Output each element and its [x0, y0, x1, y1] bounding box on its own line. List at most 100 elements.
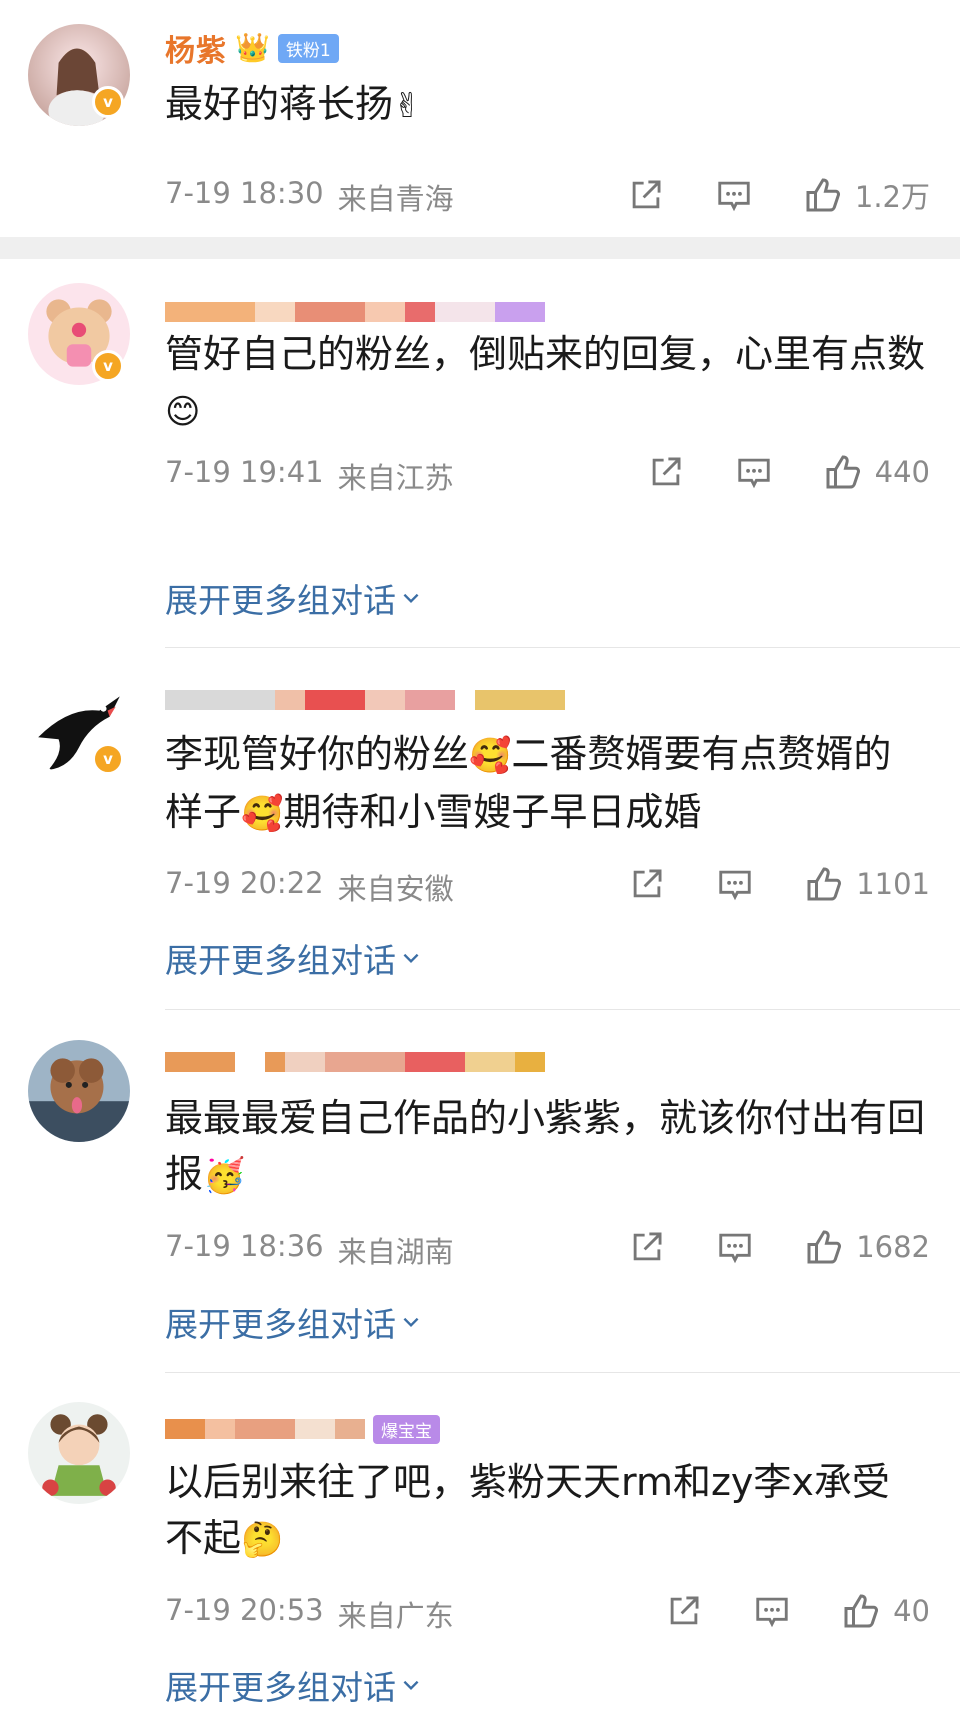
comment-icon — [718, 181, 750, 212]
flower-emoji: 🥰 — [469, 736, 512, 776]
thumbs-up-icon — [844, 1594, 879, 1628]
like-button[interactable]: 1101 — [804, 864, 930, 904]
expand-label: 展开更多组对话 — [165, 941, 396, 980]
like-count: 1682 — [856, 1230, 930, 1264]
comment-button[interactable] — [716, 865, 754, 903]
location: 来自安徽 — [337, 872, 454, 906]
row-divider — [165, 1009, 960, 1010]
action-bar: 440 — [647, 452, 930, 492]
comment-body-part3: 期待和小雪嫂子早日成婚 — [283, 790, 702, 834]
chevron-down-icon — [403, 953, 419, 964]
action-bar: 1101 — [628, 864, 930, 904]
crown-icon: 👑 — [235, 31, 270, 64]
share-icon — [670, 1596, 699, 1625]
comment-text: 最最最爱自己作品的小紫紫，就该你付出有回报🥳 — [165, 1090, 925, 1204]
share-icon — [633, 1232, 662, 1261]
like-count: 440 — [874, 455, 930, 489]
thumbs-up-icon — [826, 455, 860, 489]
comment-body: 最最最爱自己作品的小紫紫，就该你付出有回报 — [165, 1096, 926, 1196]
verified-icon: v — [92, 86, 124, 118]
username-row[interactable] — [165, 680, 565, 720]
timestamp: 7-19 18:36 — [165, 1229, 324, 1263]
username-blurred[interactable] — [165, 1419, 365, 1439]
username-row[interactable]: 杨紫 👑 铁粉1 — [165, 26, 339, 70]
username-blurred[interactable] — [165, 302, 545, 322]
comment-button[interactable] — [753, 1592, 791, 1630]
username-row[interactable] — [165, 1042, 545, 1082]
comment-feed: v 杨紫 👑 铁粉1 最好的蒋长扬✌ 7-19 18:30 来自青海 1.2万 — [0, 0, 960, 1723]
victory-emoji: ✌ — [393, 86, 422, 126]
timestamp: 7-19 20:22 — [165, 866, 324, 900]
username[interactable]: 杨紫 — [165, 26, 227, 70]
comment-button[interactable] — [735, 453, 773, 491]
like-button[interactable]: 40 — [841, 1591, 930, 1631]
like-count: 1.2万 — [854, 180, 930, 214]
expand-label: 展开更多组对话 — [165, 1305, 396, 1344]
member-badge: 爆宝宝 — [373, 1414, 440, 1444]
like-button[interactable]: 1682 — [804, 1227, 930, 1267]
verified-icon: v — [92, 350, 124, 382]
flower-emoji: 🥰 — [241, 794, 284, 834]
chevron-down-icon — [403, 1317, 419, 1328]
expand-label: 展开更多组对话 — [165, 581, 396, 620]
action-bar: 1.2万 — [627, 174, 930, 216]
comment-meta: 7-19 18:36 来自湖南 — [165, 1229, 454, 1271]
expand-conversation-link[interactable]: 展开更多组对话 — [165, 934, 422, 982]
comment-text: 李现管好你的粉丝🥰二番赘婿要有点赘婿的样子🥰期待和小雪嫂子早日成婚 — [165, 726, 925, 842]
timestamp: 7-19 19:41 — [165, 455, 324, 489]
comment-icon — [719, 870, 751, 901]
username-row[interactable]: 爆宝宝 — [165, 1409, 440, 1449]
comment-icon — [737, 458, 770, 489]
chevron-down-icon — [403, 593, 419, 604]
like-button[interactable]: 1.2万 — [803, 174, 930, 216]
section-divider — [0, 237, 960, 259]
location: 来自广东 — [337, 1599, 454, 1633]
verified-icon: v — [92, 743, 124, 775]
avatar[interactable] — [28, 1402, 130, 1504]
comment-body-part1: 李现管好你的粉丝 — [165, 732, 470, 776]
expand-conversation-link[interactable]: 展开更多组对话 — [165, 1298, 422, 1346]
thinking-emoji: 🤔 — [241, 1520, 284, 1560]
share-button[interactable] — [647, 453, 685, 491]
like-button[interactable]: 440 — [823, 452, 930, 492]
share-button[interactable] — [627, 176, 665, 214]
comment-meta: 7-19 18:30 来自青海 — [165, 176, 454, 218]
share-button[interactable] — [628, 1228, 666, 1266]
username-blurred[interactable] — [165, 690, 565, 710]
location: 来自青海 — [337, 182, 454, 216]
action-bar: 40 — [665, 1591, 930, 1631]
chevron-down-icon — [403, 1680, 419, 1691]
location: 来自湖南 — [337, 1235, 454, 1269]
comment-meta: 7-19 20:22 来自安徽 — [165, 866, 454, 908]
comment-meta: 7-19 20:53 来自广东 — [165, 1593, 454, 1635]
thumbs-up-icon — [807, 867, 842, 901]
comment-text: 最好的蒋长扬✌ — [165, 76, 925, 134]
timestamp: 7-19 18:30 — [165, 176, 324, 210]
expand-label: 展开更多组对话 — [165, 1668, 396, 1707]
party-emoji: 🥳 — [203, 1156, 246, 1196]
fan-badge: 铁粉1 — [277, 33, 339, 63]
like-count: 1101 — [856, 867, 930, 901]
row-divider — [165, 647, 960, 648]
username-blurred[interactable] — [165, 1052, 545, 1072]
comment-text: 管好自己的粉丝，倒贴来的回复，心里有点数 😊 — [165, 326, 925, 440]
expand-conversation-link[interactable]: 展开更多组对话 — [165, 574, 422, 622]
comment-button[interactable] — [716, 1228, 754, 1266]
share-button[interactable] — [665, 1592, 703, 1630]
like-count: 40 — [893, 1594, 930, 1628]
expand-conversation-link[interactable]: 展开更多组对话 — [165, 1661, 422, 1709]
thumbs-up-icon — [807, 1230, 842, 1264]
timestamp: 7-19 20:53 — [165, 1593, 324, 1627]
avatar[interactable] — [28, 1040, 130, 1142]
comment-button[interactable] — [715, 176, 753, 214]
share-button[interactable] — [628, 865, 666, 903]
action-bar: 1682 — [628, 1227, 930, 1267]
comment-icon — [756, 1597, 788, 1628]
thumbs-up-icon — [806, 178, 840, 212]
row-divider — [165, 1372, 960, 1373]
share-icon — [633, 869, 662, 898]
comment-meta: 7-19 19:41 来自江苏 — [165, 455, 454, 497]
location: 来自江苏 — [337, 461, 454, 495]
comment-body: 最好的蒋长扬 — [165, 82, 394, 126]
share-icon — [632, 180, 661, 209]
